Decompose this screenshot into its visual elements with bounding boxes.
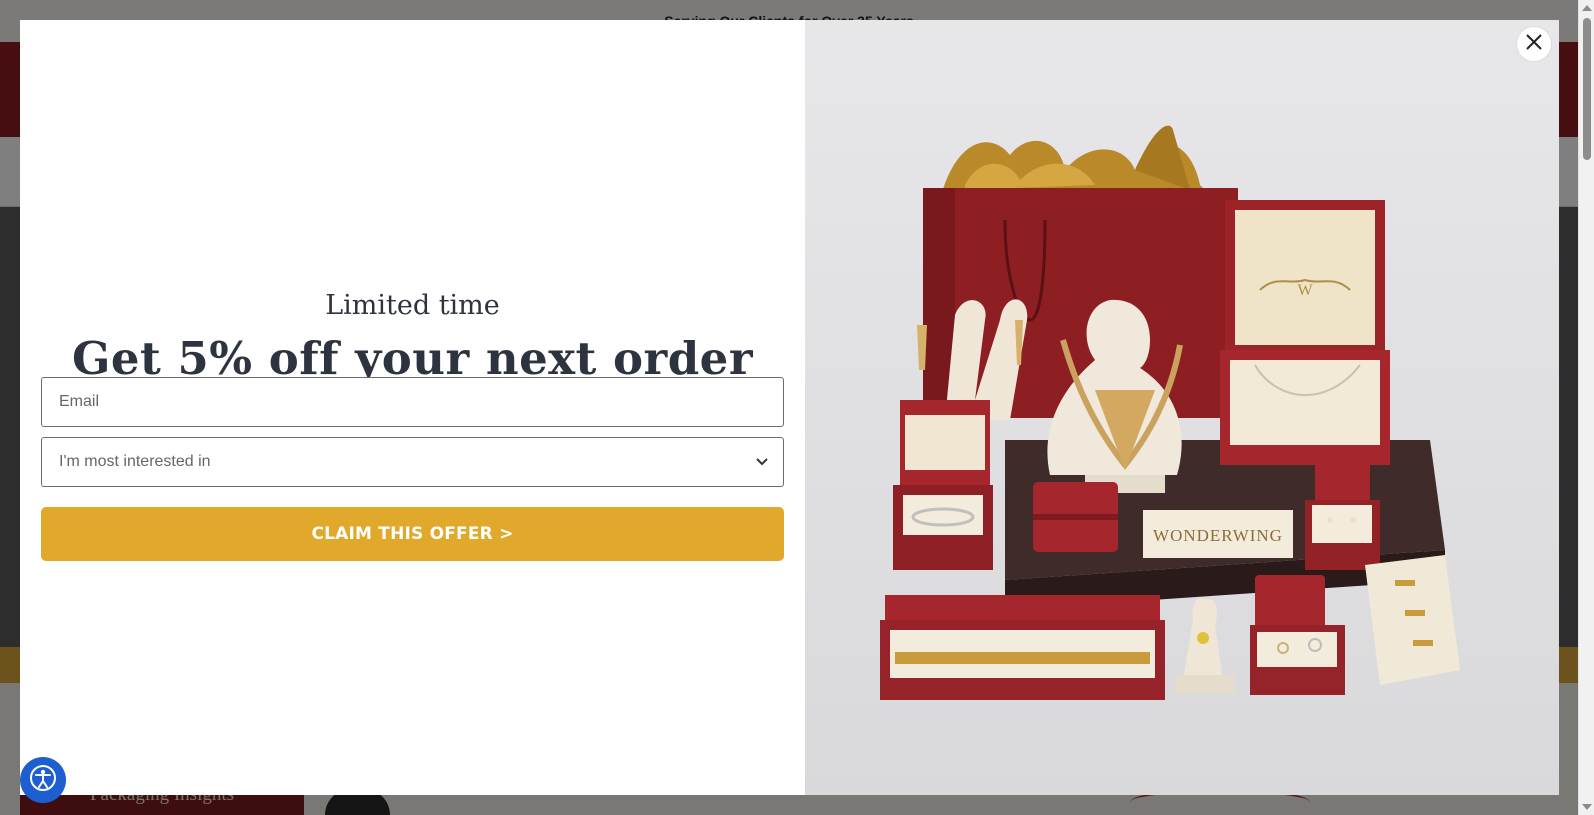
close-icon bbox=[1524, 32, 1544, 57]
jewelry-display-image: W WONDERWING bbox=[805, 20, 1559, 795]
box-monogram: W bbox=[1297, 282, 1313, 299]
claim-offer-button[interactable]: CLAIM THIS OFFER > bbox=[41, 507, 784, 561]
jewelry-packaging-photo: W WONDERWING bbox=[805, 20, 1559, 795]
offer-form-panel: Limited time Get 5% off your next order … bbox=[20, 20, 805, 795]
brand-plaque-text: WONDERWING bbox=[1153, 526, 1283, 545]
interest-select-value: I'm most interested in bbox=[59, 453, 211, 470]
page-scrollbar[interactable] bbox=[1578, 0, 1594, 815]
email-field[interactable]: Email bbox=[41, 377, 784, 427]
offer-eyebrow: Limited time bbox=[325, 290, 500, 321]
interest-select[interactable]: I'm most interested in bbox=[41, 437, 784, 487]
scroll-thumb[interactable] bbox=[1583, 18, 1591, 160]
accessibility-button[interactable] bbox=[20, 757, 66, 803]
email-placeholder: Email bbox=[59, 393, 100, 410]
scroll-up-arrow[interactable] bbox=[1582, 5, 1592, 11]
offer-modal: Limited time Get 5% off your next order … bbox=[20, 20, 1559, 795]
scroll-down-arrow[interactable] bbox=[1582, 804, 1592, 810]
chevron-down-icon bbox=[755, 455, 769, 469]
close-modal-button[interactable] bbox=[1517, 27, 1551, 61]
accessibility-icon bbox=[29, 764, 57, 797]
